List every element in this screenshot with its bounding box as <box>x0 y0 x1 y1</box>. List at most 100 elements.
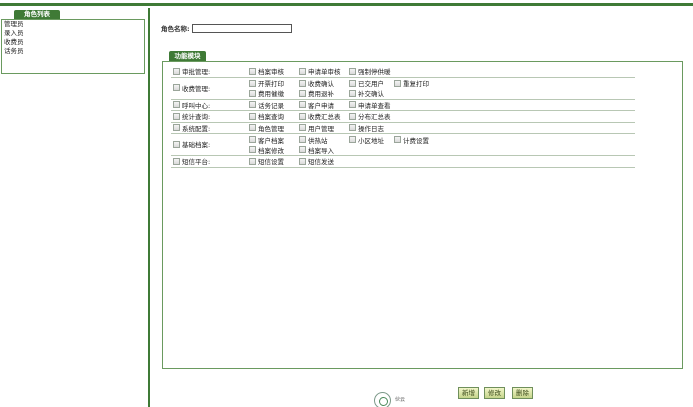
permission-checkbox[interactable] <box>249 89 256 97</box>
main-panel: 角色名称: 功能模块 审批管理: 档案审核 申请单审核 强制停供暖 收费管理: 开票打印收… <box>152 8 693 407</box>
category-checkbox[interactable] <box>173 157 180 165</box>
category-checkbox-wrap[interactable]: 统计查询: <box>173 111 210 121</box>
permission-checkbox[interactable] <box>349 124 356 132</box>
permission-checkbox[interactable] <box>299 136 306 143</box>
category-checkbox[interactable] <box>173 67 180 75</box>
permission-label: 开票打印 <box>258 80 284 88</box>
category-checkbox-wrap[interactable]: 呼叫中心: <box>173 100 210 110</box>
permission-checkbox[interactable] <box>249 124 256 132</box>
category-checkbox[interactable] <box>173 124 180 131</box>
permission-row: 审批管理: 档案审核 申请单审核 强制停供暖 <box>171 66 635 78</box>
permission-item[interactable]: 用户管理 <box>299 123 349 133</box>
permission-row: 呼叫中心: 话务记录 客户申请 申请单查看 <box>171 99 635 111</box>
permission-label: 角色管理 <box>258 124 284 133</box>
permission-item[interactable]: 费用催缴 <box>249 88 299 98</box>
permission-checkbox[interactable] <box>299 101 306 109</box>
permission-line: 话务记录 客户申请 申请单查看 <box>249 100 635 110</box>
category-checkbox[interactable] <box>173 112 180 120</box>
category-cell: 基础档案: <box>171 133 249 156</box>
category-checkbox[interactable] <box>173 101 180 108</box>
permission-item[interactable]: 申请单审核 <box>299 66 349 76</box>
category-label: 基础档案: <box>182 141 211 150</box>
category-checkbox[interactable] <box>173 84 180 92</box>
category-cell: 统计查询: <box>171 110 249 123</box>
role-item-operator[interactable]: 话务员 <box>2 47 144 56</box>
permission-items-cell: 档案审核 申请单审核 强制停供暖 <box>249 66 635 78</box>
category-checkbox[interactable] <box>173 140 180 148</box>
role-name-input[interactable] <box>191 23 292 33</box>
permission-checkbox[interactable] <box>349 112 356 120</box>
permission-checkbox[interactable] <box>299 79 306 87</box>
permission-checkbox[interactable] <box>249 112 256 120</box>
permission-row: 基础档案: 客户档案 供热站 小区地址 计费设置档案修改 档案导入 <box>171 133 635 156</box>
permission-checkbox[interactable] <box>394 136 401 143</box>
permission-item[interactable]: 客户档案 <box>249 135 299 145</box>
permission-checkbox[interactable] <box>299 112 306 120</box>
permission-item[interactable]: 申请单查看 <box>349 100 394 110</box>
category-checkbox-wrap[interactable]: 短信平台: <box>173 156 210 166</box>
permission-items-cell: 短信设置 短信发送 <box>249 155 635 168</box>
permission-checkbox[interactable] <box>299 124 306 132</box>
category-checkbox-wrap[interactable]: 系统配置: <box>173 123 210 133</box>
permission-label: 申请单查看 <box>358 101 391 110</box>
permission-item[interactable]: 强制停供暖 <box>349 66 394 76</box>
category-cell: 审批管理: <box>171 66 249 78</box>
permission-checkbox[interactable] <box>249 101 256 109</box>
permission-checkbox[interactable] <box>349 136 356 143</box>
permission-item[interactable]: 收费确认 <box>299 78 349 88</box>
permission-item[interactable]: 补交确认 <box>349 88 394 98</box>
role-item-entry-clerk[interactable]: 录入员 <box>2 29 144 38</box>
permission-checkbox[interactable] <box>394 79 401 87</box>
permission-item[interactable]: 短信设置 <box>249 156 299 166</box>
permission-label: 供热站 <box>308 136 328 145</box>
permission-checkbox[interactable] <box>349 67 356 75</box>
permission-checkbox[interactable] <box>249 67 256 75</box>
category-label: 统计查询: <box>182 113 211 121</box>
role-item-cashier[interactable]: 收费员 <box>2 38 144 47</box>
permission-item[interactable]: 收费汇总表 <box>299 111 349 121</box>
permission-item[interactable]: 已交用户 <box>349 78 394 88</box>
permission-checkbox[interactable] <box>349 101 356 109</box>
permission-item[interactable]: 小区地址 <box>349 135 394 145</box>
role-name-row: 角色名称: <box>161 23 292 33</box>
permission-item[interactable]: 角色管理 <box>249 123 299 133</box>
permission-checkbox[interactable] <box>249 79 256 87</box>
permission-item[interactable]: 话务记录 <box>249 100 299 110</box>
category-checkbox-wrap[interactable]: 收费管理: <box>173 83 210 93</box>
permission-checkbox[interactable] <box>299 67 306 75</box>
permission-item[interactable]: 客户申请 <box>299 100 349 110</box>
permission-item[interactable]: 费用退补 <box>299 88 349 98</box>
permission-checkbox[interactable] <box>349 79 356 87</box>
permission-item[interactable]: 档案导入 <box>299 145 349 155</box>
edit-button[interactable]: 修改 <box>484 387 505 399</box>
permission-checkbox[interactable] <box>249 146 256 153</box>
permission-label: 话务记录 <box>258 101 284 110</box>
permission-item[interactable]: 计费设置 <box>394 135 444 145</box>
logo: 伙云 <box>374 390 408 407</box>
category-checkbox-wrap[interactable]: 基础档案: <box>173 139 210 149</box>
permission-line: 开票打印 收费确认 已交用户 重复打印 <box>249 78 635 88</box>
permission-checkbox[interactable] <box>299 89 306 97</box>
permission-item[interactable]: 档案查询 <box>249 111 299 121</box>
permission-checkbox[interactable] <box>299 146 306 153</box>
role-item-admin[interactable]: 管理员 <box>2 20 144 29</box>
permission-label: 用户管理 <box>308 124 334 133</box>
permission-item[interactable]: 开票打印 <box>249 78 299 88</box>
permission-item[interactable]: 供热站 <box>299 135 349 145</box>
permission-item[interactable]: 档案审核 <box>249 66 299 76</box>
permission-checkbox[interactable] <box>249 136 256 143</box>
permission-item[interactable]: 操作日志 <box>349 123 394 133</box>
permission-item[interactable]: 短信发送 <box>299 156 349 166</box>
permission-item[interactable]: 重复打印 <box>394 78 444 88</box>
permission-row: 统计查询: 档案查询 收费汇总表 分布汇总表 <box>171 110 635 123</box>
permission-checkbox[interactable] <box>349 89 356 97</box>
permission-item[interactable]: 档案修改 <box>249 145 299 155</box>
permission-checkbox[interactable] <box>299 157 306 165</box>
delete-button[interactable]: 删除 <box>512 387 533 399</box>
permission-label: 费用催缴 <box>258 90 284 98</box>
new-button[interactable]: 新增 <box>458 387 479 399</box>
module-title: 功能模块 <box>169 51 206 61</box>
category-checkbox-wrap[interactable]: 审批管理: <box>173 66 210 76</box>
permission-checkbox[interactable] <box>249 157 256 165</box>
permission-item[interactable]: 分布汇总表 <box>349 111 394 121</box>
